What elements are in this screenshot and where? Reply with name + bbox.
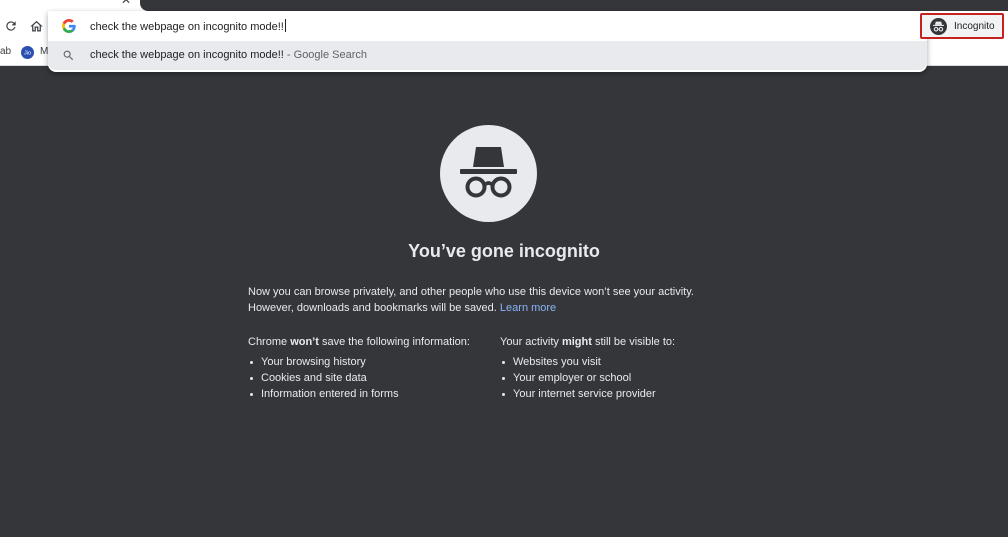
heading-text: still be visible to: <box>591 336 676 348</box>
omnibox-input-row[interactable]: check the webpage on incognito mode!! <box>48 11 927 41</box>
incognito-hero-icon <box>440 125 537 222</box>
tab-strip: ✕ <box>0 0 1008 11</box>
list-item: Information entered in forms <box>248 386 470 402</box>
suggestion-suffix: - Google Search <box>283 49 368 61</box>
text-caret <box>284 19 286 32</box>
intro-text: Now you can browse privately, and other … <box>248 284 768 316</box>
intro-line-2: However, downloads and bookmarks will be… <box>248 300 768 316</box>
heading-emphasis: won’t <box>290 336 319 348</box>
heading-text: Chrome <box>248 336 291 348</box>
reload-icon[interactable] <box>1 16 21 36</box>
heading-text: save the following information: <box>318 336 470 348</box>
home-icon[interactable] <box>26 16 46 36</box>
list-item: Your internet service provider <box>500 386 675 402</box>
list-item: Websites you visit <box>500 354 675 370</box>
list-item: Your browsing history <box>248 354 470 370</box>
still-visible-section: Your activity might still be visible to:… <box>500 335 675 402</box>
incognito-avatar-icon <box>930 17 947 35</box>
jio-icon: Jio <box>21 46 34 59</box>
not-saved-section: Chrome won’t save the following informat… <box>248 335 470 402</box>
page-title: You’ve gone incognito <box>408 241 600 261</box>
intro-line-2-text: However, downloads and bookmarks will be… <box>248 302 497 314</box>
omnibox-dropdown: check the webpage on incognito mode!! ch… <box>48 11 927 72</box>
omnibox-input[interactable]: check the webpage on incognito mode!! <box>90 19 286 33</box>
bookmark-item[interactable]: ab <box>0 46 11 57</box>
list-item: Cookies and site data <box>248 370 470 386</box>
heading-emphasis: might <box>561 336 592 348</box>
google-g-icon <box>62 19 76 33</box>
list-item: Your employer or school <box>500 370 675 386</box>
still-visible-heading: Your activity might still be visible to: <box>500 335 675 349</box>
not-saved-heading: Chrome won’t save the following informat… <box>248 335 470 349</box>
incognito-label: Incognito <box>954 20 995 32</box>
heading-text: Your activity <box>500 336 562 348</box>
close-tab-icon[interactable]: ✕ <box>121 0 131 6</box>
intro-line-1: Now you can browse privately, and other … <box>248 286 694 298</box>
search-icon <box>63 50 74 61</box>
suggestion-text: check the webpage on incognito mode!! - … <box>90 49 367 61</box>
not-saved-list: Your browsing history Cookies and site d… <box>248 354 470 402</box>
incognito-profile-button[interactable]: Incognito <box>920 13 1004 39</box>
search-suggestion[interactable]: check the webpage on incognito mode!! - … <box>48 41 927 70</box>
suggestion-query: check the webpage on incognito mode!! <box>90 49 284 61</box>
tab-strip-background <box>140 0 1008 11</box>
still-visible-list: Websites you visit Your employer or scho… <box>500 354 675 402</box>
omnibox-input-value: check the webpage on incognito mode!! <box>90 21 284 33</box>
learn-more-link[interactable]: Learn more <box>500 302 556 314</box>
svg-text:Jio: Jio <box>24 51 31 57</box>
